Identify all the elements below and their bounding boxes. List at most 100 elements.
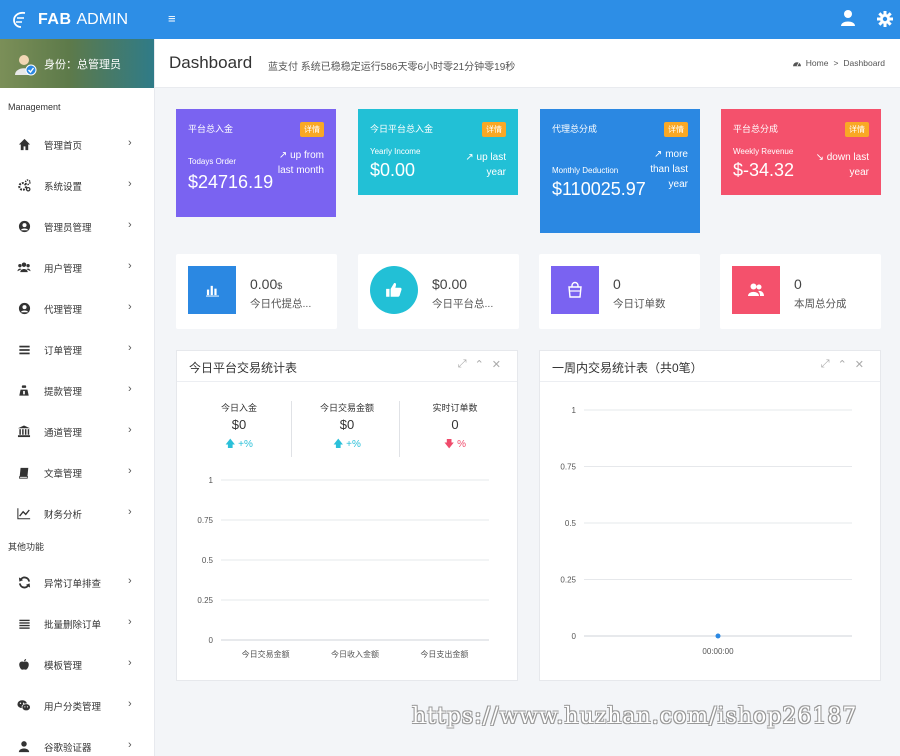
gear-icon[interactable] bbox=[876, 10, 894, 28]
info-label: 今日平台总... bbox=[432, 298, 494, 310]
chevron-right-icon: › bbox=[128, 575, 132, 587]
info-box-week-share: 0 本周总分成 bbox=[720, 254, 881, 329]
user-icon[interactable] bbox=[840, 9, 856, 27]
collapse-icon[interactable]: ⌃ bbox=[475, 358, 484, 371]
stat-card-total-deposit: 平台总入金 详情 Todays Order $24716.19 ↗ up fro… bbox=[176, 109, 336, 217]
breadcrumb-home[interactable]: Home bbox=[806, 58, 829, 68]
user-icon bbox=[17, 740, 31, 754]
wechat-icon bbox=[17, 699, 31, 713]
brand-name-rest: ADMIN bbox=[76, 10, 129, 28]
chart-today-bar: 0 0.25 0.5 0.75 1 今日交易金额 今日收入金额 今日支出金额 bbox=[197, 476, 489, 659]
sidebar-item-google-auth[interactable]: 谷歌验证器 › bbox=[0, 726, 154, 756]
book-icon bbox=[17, 466, 31, 480]
sidebar-item-label: 系统设置 bbox=[44, 181, 83, 193]
sidebar-item-admins[interactable]: 管理员管理 › bbox=[0, 206, 154, 247]
info-value-number: 0.00 bbox=[250, 276, 278, 292]
panel-header: 一周内交易统计表（共0笔） ⤢ ⌃ ✕ bbox=[540, 351, 880, 382]
expand-icon[interactable]: ⤢ bbox=[821, 358, 830, 371]
y-tick-label: 0 bbox=[209, 636, 214, 645]
card-trend: ↗ up from last month bbox=[264, 148, 324, 178]
brand[interactable]: FAB ADMIN bbox=[0, 0, 155, 39]
stats-divider bbox=[291, 401, 292, 457]
card-trend: ↗ up last year bbox=[446, 150, 506, 180]
sidebar-item-users[interactable]: 用户管理 › bbox=[0, 247, 154, 288]
chevron-right-icon: › bbox=[128, 383, 132, 395]
stat-card-platform-share: 平台总分成 详情 Weekly Revenue $-34.32 ↘ down l… bbox=[721, 109, 881, 195]
chevron-right-icon: › bbox=[128, 698, 132, 710]
x-tick-label: 今日交易金额 bbox=[242, 649, 290, 659]
sidebar-item-home[interactable]: 管理首页 › bbox=[0, 124, 154, 165]
section-title-management: Management bbox=[8, 102, 61, 112]
profile-role: 身份：总管理员 bbox=[44, 58, 121, 71]
sidebar-item-templates[interactable]: 模板管理 › bbox=[0, 644, 154, 685]
sidebar-item-user-categories[interactable]: 用户分类管理 › bbox=[0, 685, 154, 726]
chart-weekly-line: 0 0.25 0.5 0.75 1 00:00:00 bbox=[560, 406, 852, 656]
sidebar-item-finance[interactable]: 财务分析 › bbox=[0, 493, 154, 534]
details-button[interactable]: 详情 bbox=[300, 122, 324, 137]
dashboard-icon bbox=[792, 62, 801, 67]
panel-title: 今日平台交易统计表 bbox=[189, 361, 298, 375]
chevron-right-icon: › bbox=[128, 260, 132, 272]
info-value: $0.00 bbox=[432, 276, 468, 292]
chevron-right-icon: › bbox=[128, 424, 132, 436]
chevron-right-icon: › bbox=[128, 739, 132, 751]
details-button[interactable]: 详情 bbox=[845, 122, 869, 137]
sidebar-profile[interactable]: 身份：总管理员 bbox=[0, 39, 154, 88]
hamburger-icon[interactable]: ≡ bbox=[168, 11, 176, 26]
stat-card-agent-share: 代理总分成 详情 Monthly Deduction $110025.97 ↗ … bbox=[540, 109, 700, 233]
collapse-icon[interactable]: ⌃ bbox=[838, 358, 847, 371]
chevron-right-icon: › bbox=[128, 616, 132, 628]
today-stats: 今日入金 $0 🡅 +% 今日交易金额 $0 🡅 +% 实时订单数 0 🡇 % bbox=[177, 401, 517, 457]
card-label: Yearly Income bbox=[370, 147, 421, 156]
stat-card-today-deposit: 今日平台总入金 详情 Yearly Income $0.00 ↗ up last… bbox=[358, 109, 518, 195]
avatar bbox=[15, 54, 37, 75]
card-value: $0.00 bbox=[370, 160, 416, 180]
card-value: $-34.32 bbox=[733, 160, 795, 180]
y-tick-label: 0.75 bbox=[560, 463, 576, 472]
shopping-bag-icon bbox=[551, 266, 599, 314]
close-icon[interactable]: ✕ bbox=[855, 358, 864, 371]
details-button[interactable]: 详情 bbox=[482, 122, 506, 137]
y-tick-label: 0.5 bbox=[202, 556, 214, 565]
info-value: 0.00$ bbox=[250, 276, 282, 292]
stats-divider bbox=[399, 401, 400, 457]
x-tick-label: 00:00:00 bbox=[702, 647, 734, 656]
y-tick-label: 1 bbox=[572, 406, 577, 415]
card-trend: ↗ more than last year bbox=[642, 147, 688, 192]
sidebar-item-settings[interactable]: 系统设置 › bbox=[0, 165, 154, 206]
sidebar-item-channels[interactable]: 通道管理 › bbox=[0, 411, 154, 452]
data-point bbox=[715, 633, 721, 639]
panel-weekly-transactions: 一周内交易统计表（共0笔） ⤢ ⌃ ✕ 0 0.25 0.5 0.75 1 00:00:0… bbox=[539, 350, 881, 681]
sidebar-item-articles[interactable]: 文章管理 › bbox=[0, 452, 154, 493]
stat-live-orders: 实时订单数 0 🡇 % bbox=[401, 401, 509, 454]
card-trend: ↘ down last year bbox=[809, 150, 869, 180]
card-title: 代理总分成 bbox=[552, 124, 598, 134]
home-icon bbox=[17, 138, 31, 152]
stat-today-volume: 今日交易金额 $0 🡅 +% bbox=[293, 401, 401, 454]
trend-down-icon: ↘ bbox=[815, 152, 824, 163]
sidebar-item-agents[interactable]: 代理管理 › bbox=[0, 288, 154, 329]
expand-icon[interactable]: ⤢ bbox=[458, 358, 467, 371]
card-label: Weekly Revenue bbox=[733, 147, 794, 156]
details-button[interactable]: 详情 bbox=[664, 122, 688, 137]
panel-today-transactions: 今日平台交易统计表 ⤢ ⌃ ✕ 今日入金 $0 🡅 +% 今日交易金额 $0 🡅… bbox=[176, 350, 518, 681]
sidebar-item-orders[interactable]: 订单管理 › bbox=[0, 329, 154, 370]
sidebar-item-label: 模板管理 bbox=[44, 660, 83, 672]
sidebar-item-bulk-delete[interactable]: 批量删除订单 › bbox=[0, 603, 154, 644]
sidebar-item-withdrawals[interactable]: 提款管理 › bbox=[0, 370, 154, 411]
sidebar-item-label: 通道管理 bbox=[44, 427, 83, 439]
info-box-today-orders: 0 今日订单数 bbox=[539, 254, 700, 329]
info-value-unit: $ bbox=[277, 281, 283, 291]
chevron-right-icon: › bbox=[128, 506, 132, 518]
page-title: Dashboard bbox=[169, 53, 253, 72]
refresh-icon bbox=[17, 576, 31, 590]
sidebar-item-exception-orders[interactable]: 异常订单排查 › bbox=[0, 562, 154, 603]
sidebar-item-label: 订单管理 bbox=[44, 345, 83, 357]
y-tick-label: 0 bbox=[572, 632, 577, 641]
sidebar-item-label: 财务分析 bbox=[44, 509, 83, 521]
close-icon[interactable]: ✕ bbox=[492, 358, 501, 371]
stat-label: 今日交易金额 bbox=[319, 403, 374, 413]
stat-value: $0 bbox=[231, 417, 247, 432]
apple-icon bbox=[17, 658, 31, 672]
stat-change: 🡅 +% bbox=[185, 437, 293, 454]
